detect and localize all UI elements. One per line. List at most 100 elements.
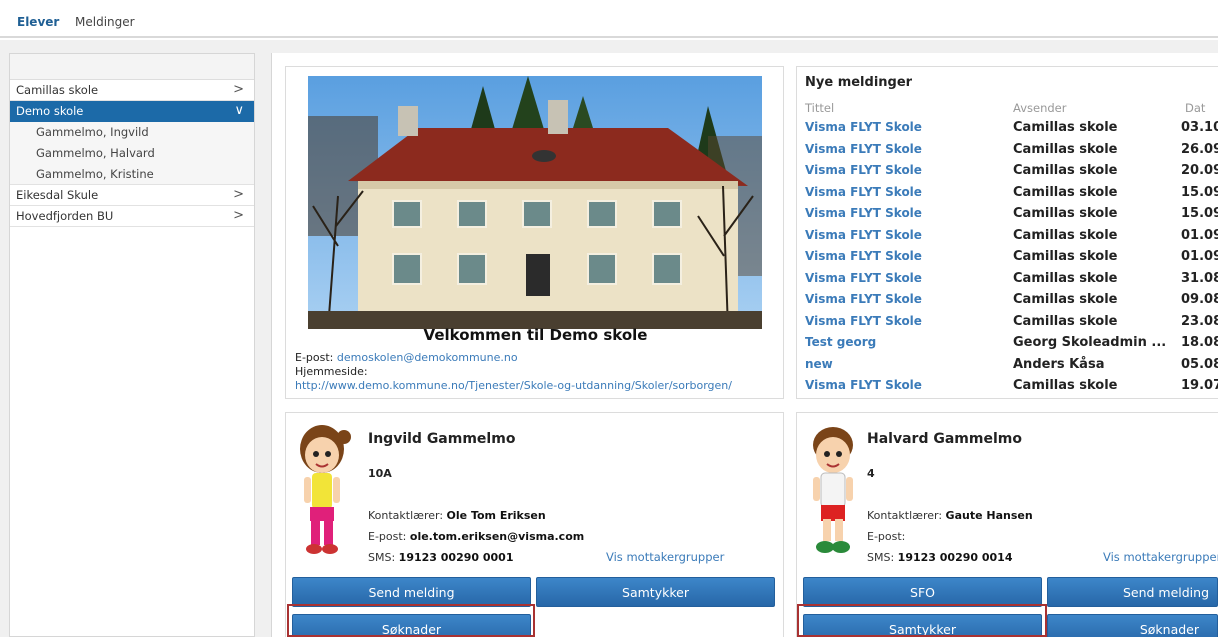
sidebar-item-label: Eikesdal Skule <box>16 188 99 202</box>
message-sender: Camillas skole <box>1013 313 1118 329</box>
message-title-link[interactable]: Visma FLYT Skole <box>805 120 922 134</box>
message-title-link[interactable]: Visma FLYT Skole <box>805 292 922 306</box>
sms-label: SMS: <box>867 551 895 564</box>
student-name: Ingvild Gammelmo <box>368 431 516 447</box>
message-title-link[interactable]: Visma FLYT Skole <box>805 185 922 199</box>
message-title-link[interactable]: Visma FLYT Skole <box>805 314 922 328</box>
sidebar-student-halvard[interactable]: Gammelmo, Halvard <box>10 143 254 164</box>
message-row[interactable]: new Anders Kåsa 05.08 <box>797 357 1218 378</box>
message-row[interactable]: Visma FLYT Skole Camillas skole 01.09 <box>797 228 1218 249</box>
student-name: Halvard Gammelmo <box>867 431 1022 447</box>
message-title-link[interactable]: Visma FLYT Skole <box>805 228 922 242</box>
message-row[interactable]: Visma FLYT Skole Camillas skole 09.08 <box>797 292 1218 313</box>
message-date: 05.08 <box>1181 356 1218 372</box>
teacher-email-label: E-post: <box>867 530 906 543</box>
school-card: Velkommen til Demo skole E-post: demosko… <box>285 66 784 399</box>
top-navigation: Elever Meldinger <box>0 0 1218 38</box>
sfo-button[interactable]: SFO <box>803 577 1042 607</box>
tab-elever[interactable]: Elever <box>17 15 59 29</box>
contact-teacher-line: Kontaktlærer: Gaute Hansen <box>867 509 1033 522</box>
sidebar-item-eikesdal-skule[interactable]: Eikesdal Skule > <box>10 185 254 206</box>
message-row[interactable]: Visma FLYT Skole Camillas skole 15.09 <box>797 206 1218 227</box>
sidebar-header <box>10 54 254 80</box>
message-sender: Camillas skole <box>1013 120 1118 135</box>
message-date: 09.08 <box>1181 292 1218 307</box>
school-email-label: E-post: <box>295 351 334 364</box>
message-date: 26.09 <box>1181 141 1218 157</box>
send-message-button[interactable]: Send melding <box>1047 577 1218 607</box>
message-title-link[interactable]: Visma FLYT Skole <box>805 142 922 156</box>
sms-line: SMS: 19123 00290 0014 <box>867 551 1012 564</box>
sidebar-item-camillas-skole[interactable]: Camillas skole > <box>10 80 254 101</box>
message-row[interactable]: Visma FLYT Skole Camillas skole 19.07 <box>797 378 1218 398</box>
contact-teacher-name: Gaute Hansen <box>945 509 1033 522</box>
message-date: 01.09 <box>1181 227 1218 243</box>
student-class: 10A <box>368 467 392 480</box>
message-title-link[interactable]: Visma FLYT Skole <box>805 163 922 177</box>
contact-teacher-label: Kontaktlærer: <box>867 509 943 522</box>
sms-number: 19123 00290 0001 <box>398 551 514 564</box>
school-homepage-link[interactable]: http://www.demo.kommune.no/Tjenester/Sko… <box>295 379 732 392</box>
message-date: 15.09 <box>1181 206 1218 221</box>
message-sender: Anders Kåsa <box>1013 356 1105 372</box>
chevron-down-icon: ∨ <box>234 103 244 118</box>
teacher-email-line: E-post: ole.tom.eriksen@visma.com <box>368 530 584 543</box>
column-header-title: Tittel <box>805 101 835 115</box>
message-title-link[interactable]: Visma FLYT Skole <box>805 378 922 392</box>
message-sender: Camillas skole <box>1013 141 1118 157</box>
column-header-date: Dat <box>1185 101 1206 115</box>
teacher-email: ole.tom.eriksen@visma.com <box>409 530 585 543</box>
boy-avatar-icon <box>803 419 863 559</box>
message-sender: Georg Skoleadmin ... <box>1013 335 1167 350</box>
applications-button[interactable]: Søknader <box>1047 614 1218 637</box>
sidebar-item-label: Demo skole <box>16 104 84 118</box>
message-row[interactable]: Test georg Georg Skoleadmin ... 18.08 <box>797 335 1218 356</box>
message-sender: Camillas skole <box>1013 378 1118 393</box>
message-sender: Camillas skole <box>1013 184 1118 200</box>
school-email-link[interactable]: demoskolen@demokommune.no <box>337 351 518 364</box>
message-date: 19.07 <box>1181 378 1218 393</box>
message-sender: Camillas skole <box>1013 163 1118 178</box>
school-sidebar: Camillas skole > Demo skole ∨ Gammelmo, … <box>9 53 255 637</box>
message-title-link[interactable]: Test georg <box>805 335 876 349</box>
message-row[interactable]: Visma FLYT Skole Camillas skole 20.09 <box>797 163 1218 184</box>
message-row[interactable]: Visma FLYT Skole Camillas skole 31.08 <box>797 271 1218 292</box>
message-row[interactable]: Visma FLYT Skole Camillas skole 01.09 <box>797 249 1218 270</box>
message-date: 01.09 <box>1181 249 1218 264</box>
send-message-button[interactable]: Send melding <box>292 577 531 607</box>
teacher-email-line: E-post: <box>867 530 905 543</box>
message-row[interactable]: Visma FLYT Skole Camillas skole 15.09 <box>797 185 1218 206</box>
contact-teacher-name: Ole Tom Eriksen <box>446 509 546 522</box>
girl-avatar-icon <box>292 419 352 559</box>
highlight-box <box>797 604 1047 637</box>
message-date: 15.09 <box>1181 184 1218 200</box>
message-row[interactable]: Visma FLYT Skole Camillas skole 23.08 <box>797 314 1218 335</box>
message-date: 20.09 <box>1181 163 1218 178</box>
message-title-link[interactable]: Visma FLYT Skole <box>805 206 922 220</box>
teacher-email-label: E-post: <box>368 530 407 543</box>
contact-teacher-label: Kontaktlærer: <box>368 509 444 522</box>
sidebar-item-hovedfjorden-bu[interactable]: Hovedfjorden BU > <box>10 206 254 227</box>
message-sender: Camillas skole <box>1013 292 1118 307</box>
sms-number: 19123 00290 0014 <box>897 551 1013 564</box>
sidebar-student-ingvild[interactable]: Gammelmo, Ingvild <box>10 122 254 143</box>
message-row[interactable]: Visma FLYT Skole Camillas skole 03.10 <box>797 120 1218 141</box>
chevron-right-icon: > <box>233 82 244 97</box>
sidebar-student-kristine[interactable]: Gammelmo, Kristine <box>10 164 254 185</box>
message-date: 03.10 <box>1181 120 1218 135</box>
school-photo <box>308 76 762 329</box>
show-recipient-groups-link[interactable]: Vis mottakergrupper <box>606 550 724 564</box>
message-row[interactable]: Visma FLYT Skole Camillas skole 26.09 <box>797 142 1218 163</box>
message-title-link[interactable]: Visma FLYT Skole <box>805 249 922 263</box>
show-recipient-groups-link[interactable]: Vis mottakergrupper <box>1103 550 1218 564</box>
consents-button[interactable]: Samtykker <box>536 577 775 607</box>
message-title-link[interactable]: Visma FLYT Skole <box>805 271 922 285</box>
tab-meldinger[interactable]: Meldinger <box>75 15 135 29</box>
message-sender: Camillas skole <box>1013 249 1118 264</box>
message-title-link[interactable]: new <box>805 357 833 371</box>
sms-line: SMS: 19123 00290 0001 <box>368 551 513 564</box>
school-homepage-label: Hjemmeside: <box>295 365 368 378</box>
new-messages-card: Nye meldinger Tittel Avsender Dat Visma … <box>796 66 1218 399</box>
sidebar-item-label: Camillas skole <box>16 83 99 97</box>
sidebar-item-demo-skole[interactable]: Demo skole ∨ <box>10 101 254 122</box>
